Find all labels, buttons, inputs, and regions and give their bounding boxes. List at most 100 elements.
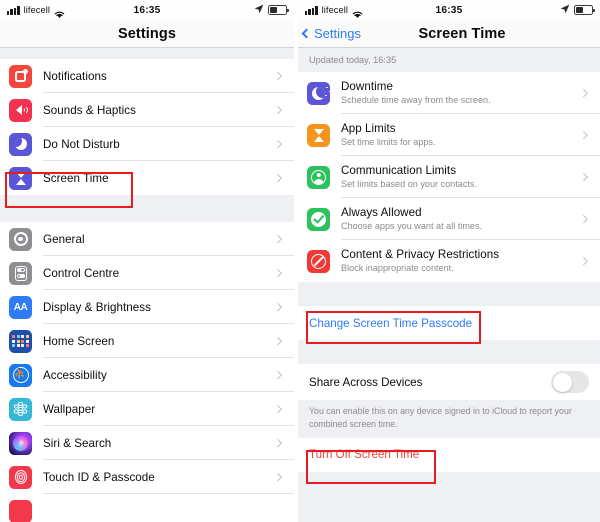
sidebar-item-accessibility[interactable]: ⛹ Accessibility	[0, 358, 294, 392]
chevron-right-icon	[273, 337, 282, 345]
always-allowed-icon	[307, 207, 330, 231]
toggle-knob	[552, 372, 572, 392]
settings-group-2: General Control Centre AA Display & Brig…	[0, 222, 294, 522]
sidebar-item-label: General	[43, 233, 85, 246]
updated-note: Updated today, 16:35	[298, 48, 600, 72]
battery-icon	[268, 5, 289, 15]
sidebar-item-screen-time[interactable]: Screen Time	[0, 161, 294, 195]
share-group: Share Across Devices	[298, 364, 600, 400]
chevron-right-icon	[579, 173, 588, 181]
list-item-content-privacy-restrictions[interactable]: Content & Privacy Restrictions Block ina…	[298, 240, 600, 282]
general-gear-icon	[9, 227, 32, 251]
list-bottom-spacer	[298, 471, 600, 512]
list-item-app-limits[interactable]: App Limits Set time limits for apps.	[298, 114, 600, 156]
accessibility-icon: ⛹	[9, 363, 32, 387]
siri-search-icon	[9, 431, 32, 455]
wallpaper-icon	[9, 397, 32, 421]
sidebar-item-siri-search[interactable]: Siri & Search	[0, 426, 294, 460]
sidebar-item-label: Notifications	[43, 70, 107, 83]
list-item-subtitle: Choose apps you want at all times.	[341, 220, 483, 231]
sidebar-item-home-screen[interactable]: Home Screen	[0, 324, 294, 358]
chevron-right-icon	[273, 371, 282, 379]
content-privacy-icon	[307, 249, 330, 273]
back-button-label: Settings	[314, 26, 361, 41]
sidebar-item-wallpaper[interactable]: Wallpaper	[0, 392, 294, 426]
chevron-right-icon	[273, 235, 282, 243]
share-footnote: You can enable this on any device signed…	[298, 400, 600, 438]
page-title: Screen Time	[418, 25, 506, 42]
chevron-right-icon	[579, 131, 588, 139]
list-item-title: Communication Limits	[341, 163, 457, 177]
passcode-group: Change Screen Time Passcode	[298, 306, 600, 340]
list-item-communication-limits[interactable]: Communication Limits Set limits based on…	[298, 156, 600, 198]
downtime-icon	[307, 81, 330, 105]
do-not-disturb-icon	[9, 132, 32, 156]
list-item-subtitle: Block inappropriate content.	[341, 262, 454, 273]
chevron-left-icon	[301, 28, 312, 39]
sidebar-item-touch-id-passcode[interactable]: Touch ID & Passcode	[0, 460, 294, 494]
list-item-downtime[interactable]: Downtime Schedule time away from the scr…	[298, 72, 600, 114]
chevron-right-icon	[273, 174, 282, 182]
sidebar-item-label: Do Not Disturb	[43, 138, 120, 151]
status-right-cluster	[560, 1, 595, 19]
communication-limits-icon	[307, 165, 330, 189]
sidebar-item-label: Display & Brightness	[43, 301, 151, 314]
right-status-bar: lifecell 16:35	[298, 0, 600, 20]
sidebar-item-label: Control Centre	[43, 267, 120, 280]
turn-off-screen-time-label: Turn Off Screen Time	[309, 448, 420, 461]
sidebar-item-sounds-haptics[interactable]: Sounds & Haptics	[0, 93, 294, 127]
sidebar-item-display-brightness[interactable]: AA Display & Brightness	[0, 290, 294, 324]
touch-id-passcode-icon	[9, 465, 32, 489]
turn-off-group: Turn Off Screen Time	[298, 437, 600, 472]
status-right-cluster	[254, 1, 289, 19]
list-item-always-allowed[interactable]: Always Allowed Choose apps you want at a…	[298, 198, 600, 240]
left-panel-settings: lifecell 16:35 Settings Notifications So…	[0, 0, 294, 522]
share-across-devices-toggle[interactable]	[551, 371, 589, 393]
chevron-right-icon	[273, 473, 282, 481]
back-button[interactable]: Settings	[298, 26, 361, 41]
sidebar-item-label: Siri & Search	[43, 437, 112, 450]
notifications-icon	[9, 64, 32, 88]
clipped-app-icon	[9, 499, 32, 522]
chevron-right-icon	[579, 89, 588, 97]
dual-screenshot: lifecell 16:35 Settings Notifications So…	[0, 0, 600, 522]
change-screen-time-passcode-button[interactable]: Change Screen Time Passcode	[298, 306, 600, 340]
location-arrow-icon	[560, 1, 570, 19]
sidebar-item-label: Home Screen	[43, 335, 115, 348]
group-separator	[298, 340, 600, 364]
screen-time-icon	[9, 166, 32, 190]
change-passcode-label: Change Screen Time Passcode	[309, 316, 473, 330]
chevron-right-icon	[273, 405, 282, 413]
turn-off-screen-time-button[interactable]: Turn Off Screen Time	[298, 437, 600, 472]
battery-icon	[574, 5, 595, 15]
status-clock: 16:35	[133, 4, 161, 16]
control-centre-icon	[9, 261, 32, 285]
sidebar-item-label: Screen Time	[43, 172, 109, 185]
sidebar-item-do-not-disturb[interactable]: Do Not Disturb	[0, 127, 294, 161]
list-item-title: Downtime	[341, 79, 393, 93]
chevron-right-icon	[579, 215, 588, 223]
chevron-right-icon	[273, 303, 282, 311]
list-top-spacer	[0, 48, 294, 59]
chevron-right-icon	[579, 257, 588, 265]
home-screen-icon	[9, 329, 32, 353]
chevron-right-icon	[273, 72, 282, 80]
sidebar-item-control-centre[interactable]: Control Centre	[0, 256, 294, 290]
right-nav-bar: Settings Screen Time	[298, 20, 600, 48]
sidebar-item-notifications[interactable]: Notifications	[0, 59, 294, 93]
sidebar-item-label: Sounds & Haptics	[43, 104, 136, 117]
page-title: Settings	[118, 25, 176, 42]
sidebar-item-clipped[interactable]	[0, 494, 294, 522]
chevron-right-icon	[273, 269, 282, 277]
display-brightness-icon: AA	[9, 295, 32, 319]
share-across-devices-label: Share Across Devices	[309, 375, 423, 389]
right-panel-screen-time: lifecell 16:35 Settings Screen Time Upda…	[298, 0, 600, 522]
sidebar-item-general[interactable]: General	[0, 222, 294, 256]
sidebar-item-label: Accessibility	[43, 369, 107, 382]
list-item-subtitle: Set time limits for apps.	[341, 136, 436, 147]
left-nav-bar: Settings	[0, 20, 294, 48]
share-across-devices-row[interactable]: Share Across Devices	[298, 364, 600, 400]
chevron-right-icon	[273, 439, 282, 447]
settings-group-1: Notifications Sounds & Haptics Do Not Di…	[0, 59, 294, 195]
left-status-bar: lifecell 16:35	[0, 0, 294, 20]
